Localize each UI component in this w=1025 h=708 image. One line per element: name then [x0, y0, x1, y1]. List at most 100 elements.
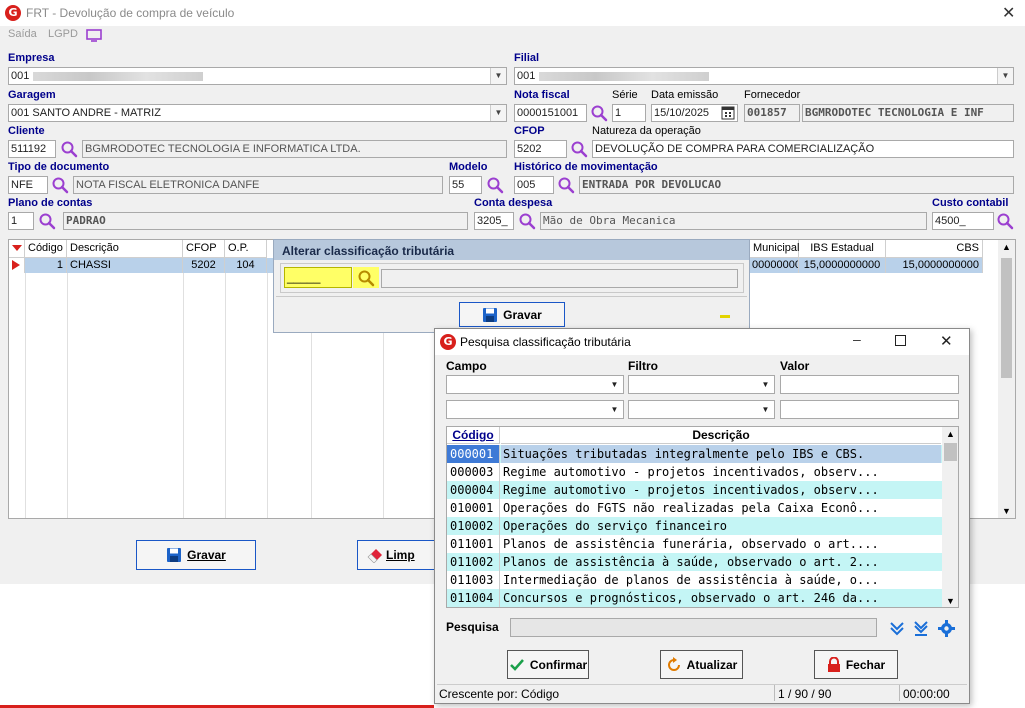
list-scrollbar[interactable]: ▲ ▼: [942, 427, 958, 607]
search-icon[interactable]: [590, 104, 608, 122]
chevron-down-icon[interactable]: ▼: [490, 105, 506, 121]
filtro-select-1[interactable]: ▼: [628, 375, 775, 394]
data-emissao-input[interactable]: 15/10/2025: [651, 104, 738, 122]
pesquisa-input[interactable]: [510, 618, 877, 637]
grid-header-cbs[interactable]: CBS: [886, 240, 983, 258]
list-item[interactable]: 011003 Intermediação de planos de assistê…: [447, 571, 942, 589]
chevron-up-icon[interactable]: ▲: [942, 429, 958, 439]
valor-input-1[interactable]: [780, 375, 959, 394]
tipo-doc-code-input[interactable]: NFE: [8, 176, 48, 194]
campo-select-1[interactable]: ▼: [446, 375, 624, 394]
classificacao-input[interactable]: _____: [284, 267, 352, 288]
list-item[interactable]: 010002 Operações do serviço financeiro: [447, 517, 942, 535]
cell-op[interactable]: 104: [225, 258, 267, 273]
tipo-doc-name: NOTA FISCAL ELETRONICA DANFE: [73, 176, 443, 194]
expand-bottom-icon[interactable]: [913, 620, 929, 636]
campo-select-2[interactable]: ▼: [446, 400, 624, 419]
list-item[interactable]: 000004 Regime automotivo - projetos incen…: [447, 481, 942, 499]
search-icon[interactable]: [570, 140, 588, 158]
chevron-down-icon[interactable]: ▼: [997, 68, 1013, 84]
monitor-icon[interactable]: [86, 29, 102, 42]
chevron-down-icon[interactable]: ▼: [607, 402, 622, 417]
chevron-down-icon[interactable]: ▼: [607, 377, 622, 392]
serie-input[interactable]: 1: [612, 104, 646, 122]
natureza-input[interactable]: DEVOLUÇÃO DE COMPRA PARA COMERCIALIZAÇÃO: [592, 140, 1014, 158]
empresa-select[interactable]: 001 ▼: [8, 67, 507, 85]
list-item[interactable]: 011002 Planos de assistência à saúde, obs…: [447, 553, 942, 571]
chevron-down-icon[interactable]: ▼: [490, 68, 506, 84]
classificacao-list[interactable]: Código Descrição 000001 Situações tributa…: [446, 426, 959, 608]
grid-header-codigo[interactable]: Código: [25, 240, 67, 258]
grid-header-op[interactable]: O.P.: [225, 240, 267, 258]
expand-down-icon[interactable]: [889, 620, 905, 636]
maximize-icon[interactable]: [895, 335, 906, 346]
search-icon[interactable]: [557, 176, 575, 194]
fornecedor-code: 001857: [744, 104, 800, 122]
window-title: FRT - Devolução de compra de veículo: [26, 6, 235, 20]
search-icon[interactable]: [60, 140, 78, 158]
search-icon[interactable]: [486, 176, 504, 194]
cell-descricao[interactable]: CHASSI: [67, 258, 183, 273]
popup-gravar-button[interactable]: Gravar: [459, 302, 565, 327]
chevron-down-icon[interactable]: ▼: [942, 596, 958, 606]
conta-despesa-code-input[interactable]: 3205_: [474, 212, 514, 230]
filial-label: Filial: [514, 52, 540, 64]
list-item[interactable]: 000003 Regime automotivo - projetos incen…: [447, 463, 942, 481]
chevron-down-icon[interactable]: ▼: [998, 506, 1015, 516]
minimize-icon[interactable]: –: [853, 331, 861, 347]
close-icon[interactable]: ✕: [940, 332, 953, 350]
cell-ibs[interactable]: 15,0000000000: [799, 258, 886, 273]
list-item[interactable]: 011001 Planos de assistência funerária, o…: [447, 535, 942, 553]
grid-header-ibs-estadual[interactable]: IBS Estadual: [799, 240, 886, 258]
menu-saida[interactable]: Saída: [8, 28, 37, 40]
calendar-icon[interactable]: [721, 106, 735, 120]
fechar-button[interactable]: Fechar: [814, 650, 898, 679]
search-icon[interactable]: [996, 212, 1014, 230]
list-header-descricao[interactable]: Descrição: [501, 427, 941, 444]
cfop-input[interactable]: 5202: [514, 140, 567, 158]
list-header-codigo[interactable]: Código: [447, 427, 500, 444]
search-icon[interactable]: [518, 212, 536, 230]
classificacao-search-button[interactable]: [353, 267, 379, 288]
cell-municipal[interactable]: 00000000: [749, 258, 799, 273]
list-item[interactable]: 010001 Operações do FGTS não realizadas p…: [447, 499, 942, 517]
grid-header-cfop[interactable]: CFOP: [183, 240, 225, 258]
garagem-select[interactable]: 001 SANTO ANDRE - MATRIZ ▼: [8, 104, 507, 122]
custo-contabil-input[interactable]: 4500_: [932, 212, 994, 230]
list-item-descricao: Intermediação de planos de assistência à…: [503, 573, 879, 587]
cliente-code-input[interactable]: 511192: [8, 140, 56, 158]
plano-contas-code-input[interactable]: 1: [8, 212, 34, 230]
filial-select[interactable]: 001 ▼: [514, 67, 1014, 85]
modelo-input[interactable]: 55: [449, 176, 482, 194]
gravar-button[interactable]: Gravar: [136, 540, 256, 570]
close-icon[interactable]: ✕: [1002, 3, 1015, 23]
list-item-descricao: Situações tributadas integralmente pelo …: [501, 445, 941, 463]
search-icon[interactable]: [38, 212, 56, 230]
nota-fiscal-input[interactable]: 0000151001: [514, 104, 587, 122]
grid-col-line: [225, 273, 226, 518]
grid-scrollbar[interactable]: ▲ ▼: [998, 240, 1015, 518]
confirmar-button[interactable]: Confirmar: [507, 650, 589, 679]
menu-lgpd[interactable]: LGPD: [48, 28, 78, 40]
filtro-select-2[interactable]: ▼: [628, 400, 775, 419]
gear-icon[interactable]: [938, 620, 955, 637]
historico-code-input[interactable]: 005: [514, 176, 554, 194]
fechar-label: Fechar: [845, 657, 886, 672]
grid-header-municipal[interactable]: Municipal: [749, 240, 799, 258]
chevron-up-icon[interactable]: ▲: [998, 242, 1015, 252]
list-item[interactable]: 011004 Concursos e prognósticos, observad…: [447, 589, 942, 607]
scroll-thumb[interactable]: [1001, 258, 1012, 378]
cell-cfop[interactable]: 5202: [183, 258, 225, 273]
atualizar-button[interactable]: Atualizar: [660, 650, 743, 679]
list-item[interactable]: 000001 Situações tributadas integralmente…: [447, 445, 942, 463]
cell-codigo[interactable]: 1: [25, 258, 67, 273]
chevron-down-icon[interactable]: ▼: [758, 377, 773, 392]
limpar-button-label: Limp: [386, 548, 415, 562]
scroll-thumb[interactable]: [944, 443, 957, 461]
limpar-button[interactable]: Limp: [357, 540, 435, 570]
chevron-down-icon[interactable]: ▼: [758, 402, 773, 417]
grid-header-descricao[interactable]: Descrição: [67, 240, 183, 258]
search-icon[interactable]: [51, 176, 69, 194]
cell-cbs[interactable]: 15,0000000000: [886, 258, 983, 273]
valor-input-2[interactable]: [780, 400, 959, 419]
